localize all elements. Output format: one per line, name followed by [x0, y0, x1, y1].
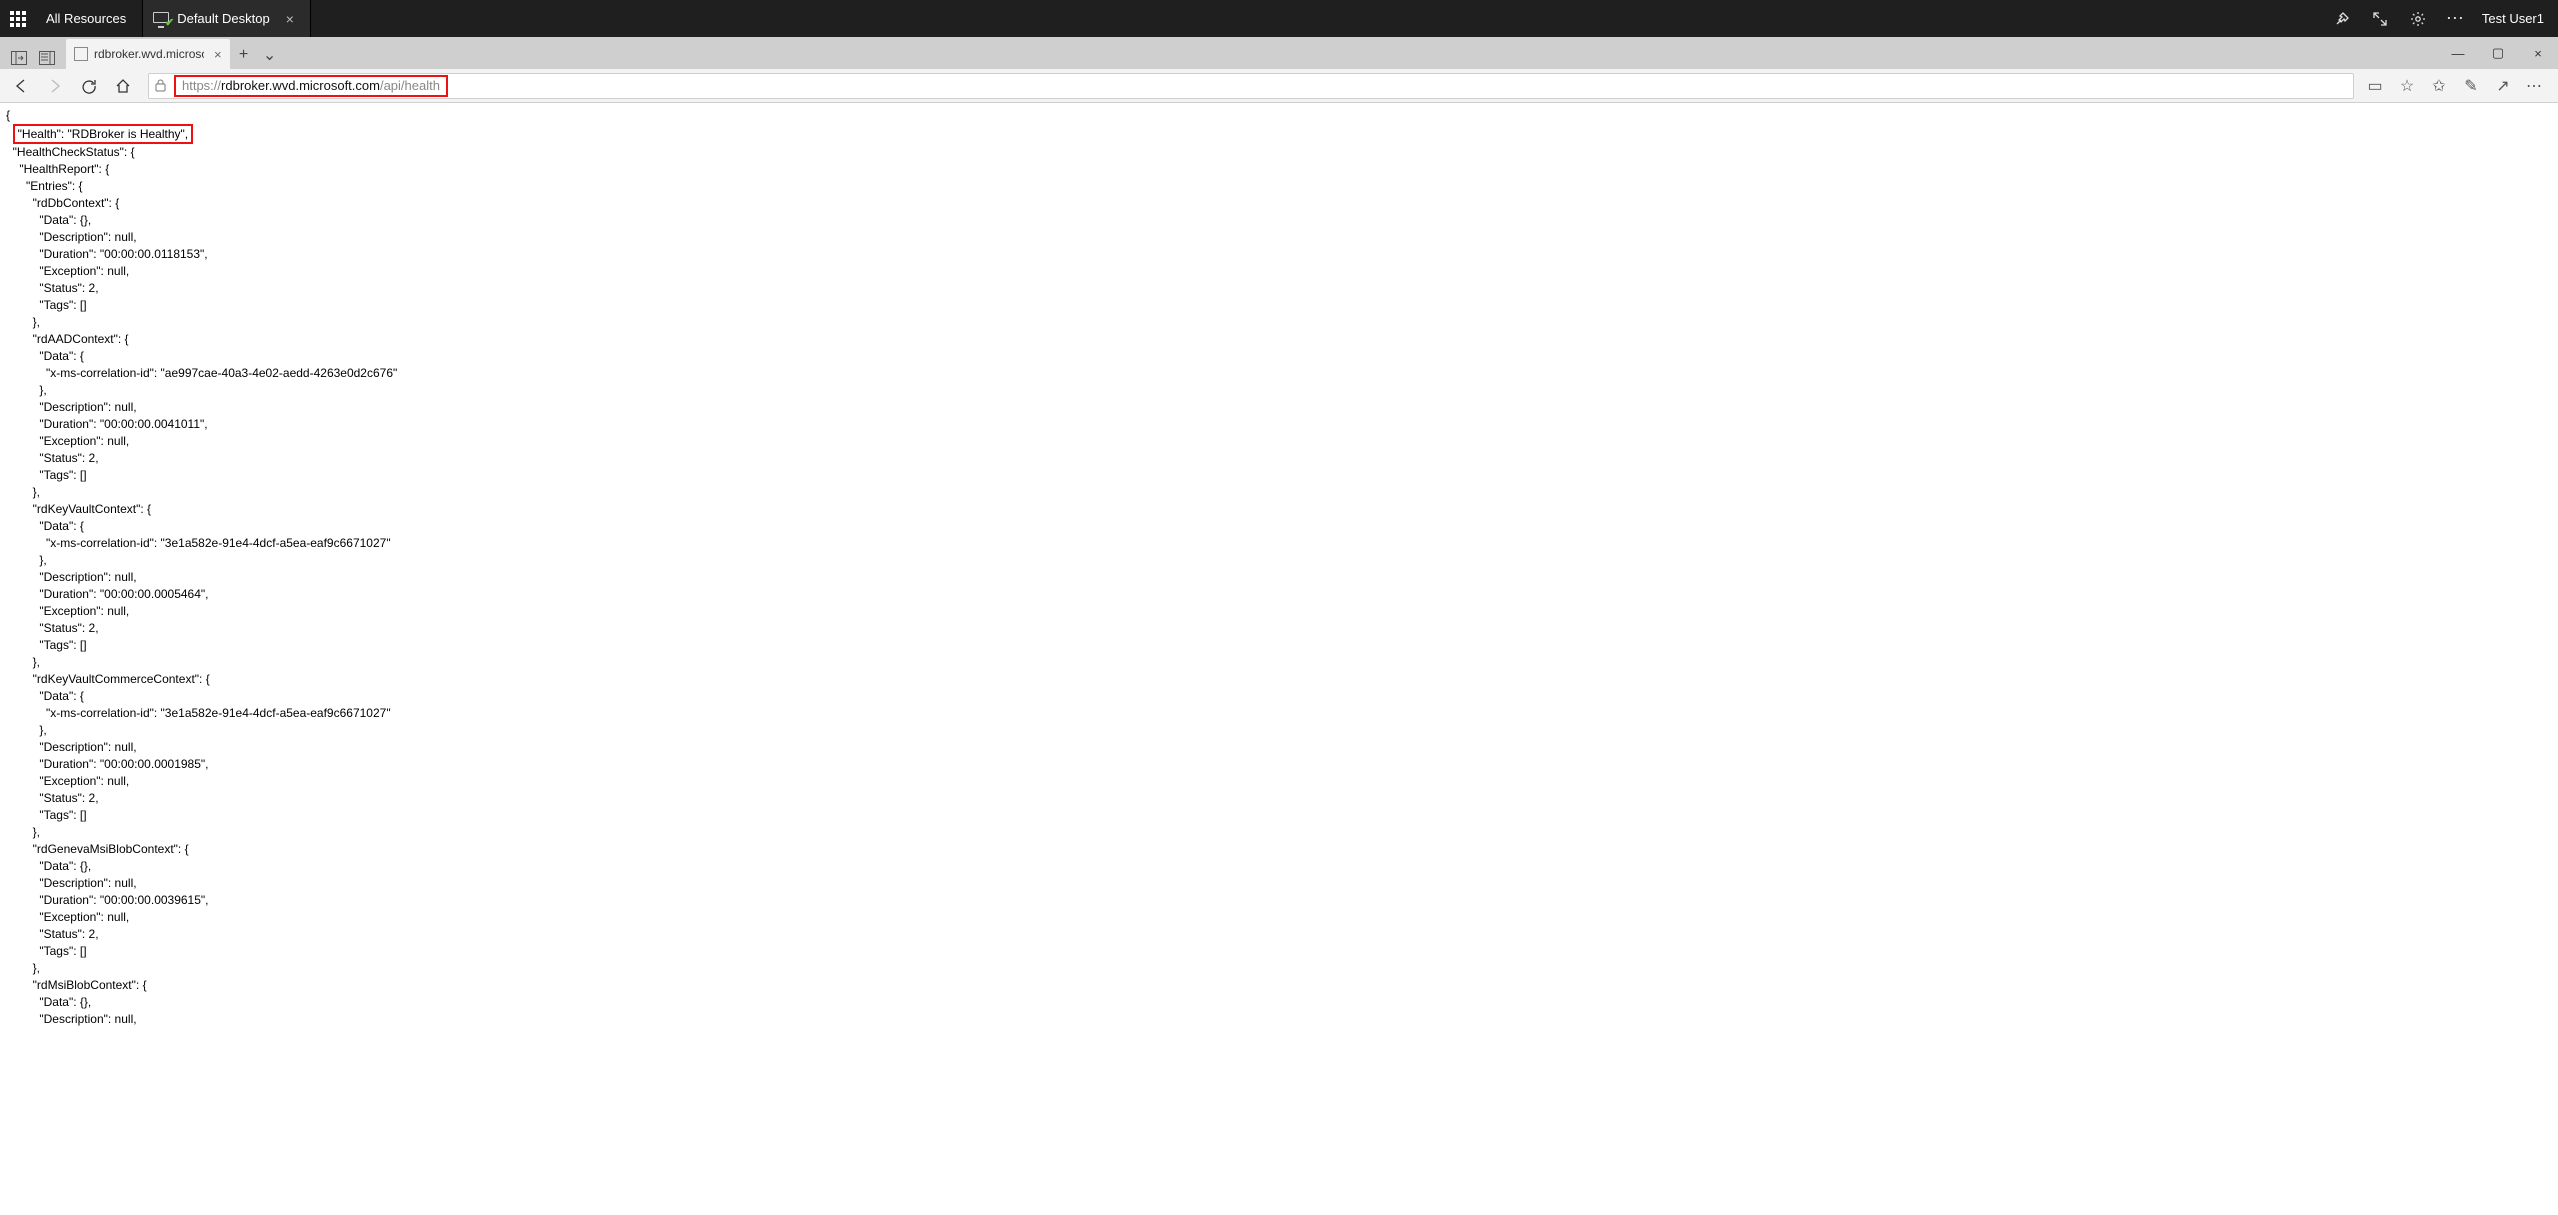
- back-button[interactable]: [6, 71, 36, 101]
- url-proto: https://: [182, 78, 221, 93]
- url-host: rdbroker.wvd.microsoft.com: [221, 78, 380, 93]
- all-resources-label: All Resources: [46, 11, 126, 26]
- browser-tab[interactable]: rdbroker.wvd.microsoft. ×: [66, 39, 230, 69]
- pin-icon[interactable]: [2330, 7, 2354, 31]
- window-maximize-button[interactable]: ▢: [2478, 37, 2518, 69]
- favorite-button[interactable]: ☆: [2396, 75, 2418, 97]
- show-set-aside-button[interactable]: [36, 47, 58, 69]
- notes-button[interactable]: ✎: [2460, 75, 2482, 97]
- json-health-line-highlight: "Health": "RDBroker is Healthy",: [13, 124, 193, 144]
- close-session-button[interactable]: ×: [286, 11, 294, 27]
- browser-tab-title: rdbroker.wvd.microsoft.: [94, 47, 204, 61]
- browser-toolbar: https://rdbroker.wvd.microsoft.com/api/h…: [0, 69, 2558, 103]
- session-tab[interactable]: ✔ Default Desktop ×: [143, 0, 311, 37]
- address-bar[interactable]: https://rdbroker.wvd.microsoft.com/api/h…: [148, 73, 2354, 99]
- page-viewport[interactable]: { "Health": "RDBroker is Healthy", "Heal…: [0, 103, 2558, 1215]
- window-controls: — ▢ ×: [2438, 37, 2558, 69]
- home-button[interactable]: [108, 71, 138, 101]
- fullscreen-icon[interactable]: [2368, 7, 2392, 31]
- apps-grid-button[interactable]: [0, 0, 36, 37]
- url-path: /api/health: [380, 78, 440, 93]
- json-response: { "Health": "RDBroker is Healthy", "Heal…: [0, 103, 2558, 1032]
- user-label[interactable]: Test User1: [2482, 11, 2544, 26]
- window-close-button[interactable]: ×: [2518, 37, 2558, 69]
- tab-actions-button[interactable]: ⌄: [258, 41, 282, 69]
- remote-desktop-titlebar: All Resources ✔ Default Desktop × ⋯ Test…: [0, 0, 2558, 37]
- close-tab-button[interactable]: ×: [214, 47, 222, 62]
- set-aside-tabs-button[interactable]: [8, 47, 30, 69]
- session-tab-label: Default Desktop: [177, 11, 270, 26]
- lock-icon: [155, 79, 166, 92]
- reading-view-button[interactable]: ▭: [2364, 75, 2386, 97]
- json-after: "HealthCheckStatus": { "HealthReport": {…: [6, 145, 397, 1026]
- forward-button[interactable]: [40, 71, 70, 101]
- url-text-highlight: https://rdbroker.wvd.microsoft.com/api/h…: [174, 75, 448, 97]
- json-before: {: [6, 108, 13, 141]
- page-favicon-icon: [74, 47, 88, 61]
- browser-more-button[interactable]: ⋯: [2524, 75, 2546, 97]
- new-tab-button[interactable]: +: [230, 41, 258, 69]
- refresh-button[interactable]: [74, 71, 104, 101]
- share-button[interactable]: ↗: [2492, 75, 2514, 97]
- desktop-ok-icon: ✔: [153, 12, 171, 26]
- settings-icon[interactable]: [2406, 7, 2430, 31]
- favorites-bar-button[interactable]: ✩: [2428, 75, 2450, 97]
- all-resources-tab[interactable]: All Resources: [36, 0, 143, 37]
- browser-tabstrip: rdbroker.wvd.microsoft. × + ⌄ — ▢ ×: [0, 37, 2558, 69]
- window-minimize-button[interactable]: —: [2438, 37, 2478, 69]
- more-icon[interactable]: ⋯: [2444, 7, 2468, 31]
